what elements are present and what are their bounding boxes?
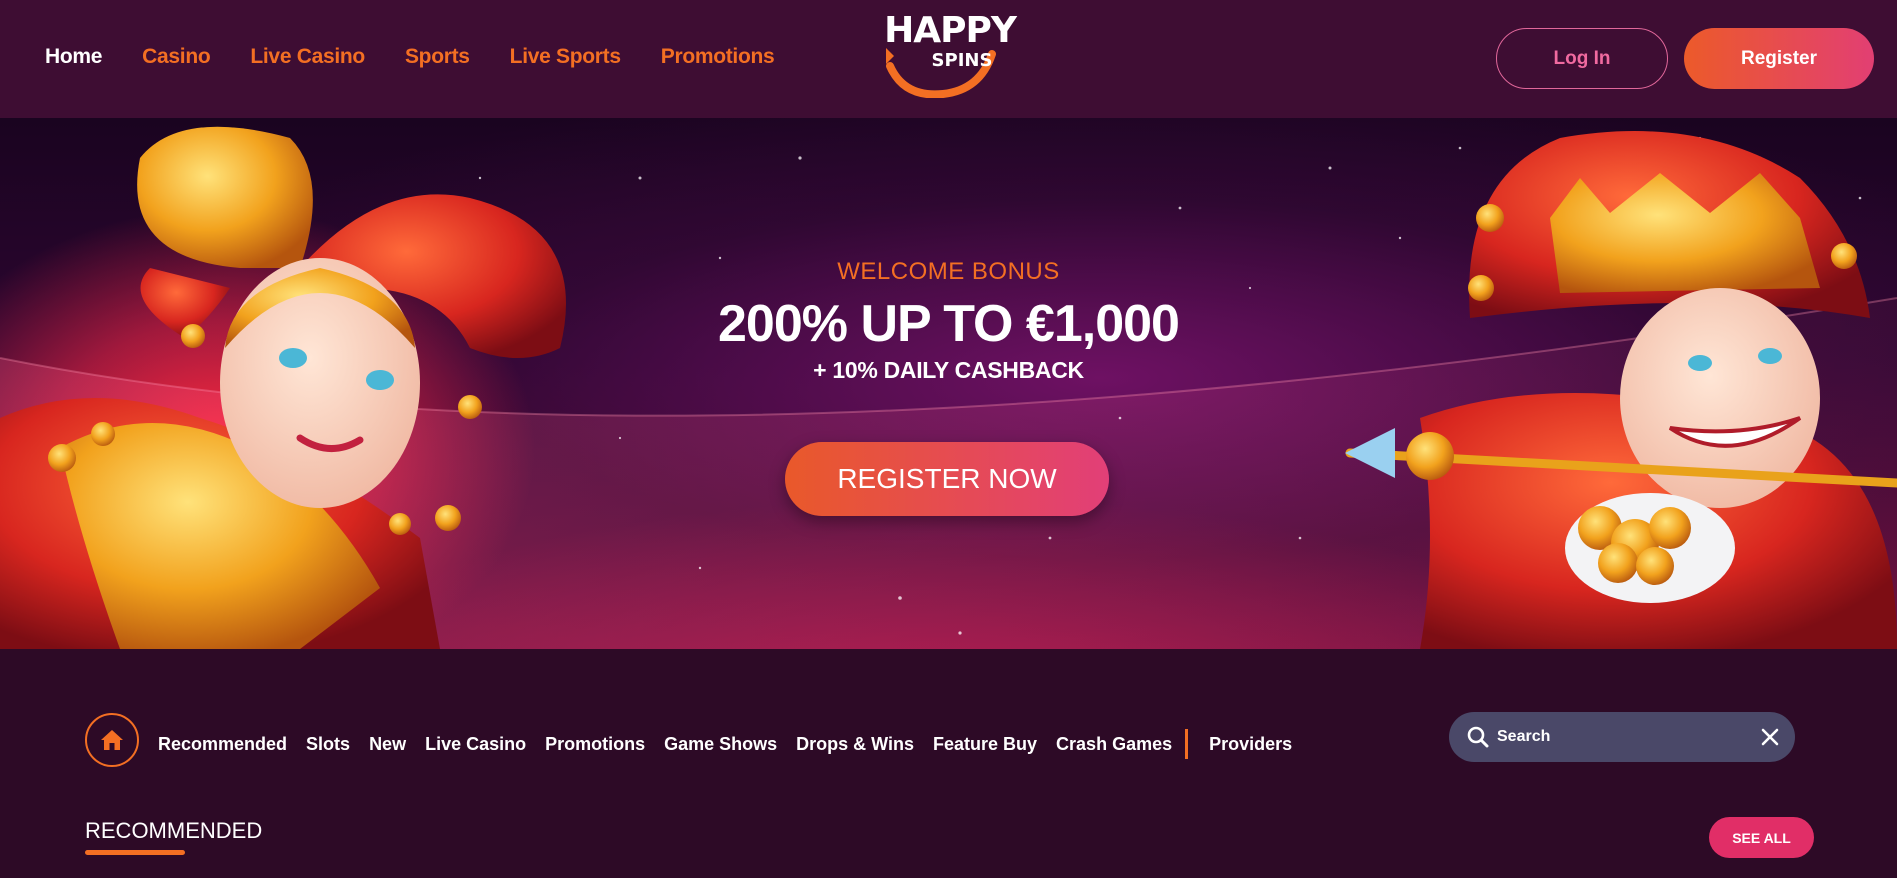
home-icon (101, 730, 123, 750)
nav-sports[interactable]: Sports (405, 45, 470, 69)
category-divider (1185, 729, 1189, 759)
search-icon (1467, 726, 1489, 748)
site-logo[interactable]: HAPPY SPINS (880, 8, 1020, 98)
register-button[interactable]: Register (1684, 28, 1874, 89)
tab-drops-wins[interactable]: Drops & Wins (796, 734, 914, 755)
logo-line-2: SPINS (931, 50, 993, 71)
tab-new[interactable]: New (369, 734, 406, 755)
tab-game-shows[interactable]: Game Shows (664, 734, 777, 755)
hero-eyebrow: WELCOME BONUS (837, 258, 1060, 285)
tab-feature-buy[interactable]: Feature Buy (933, 734, 1037, 755)
tab-providers[interactable]: Providers (1209, 734, 1292, 755)
tab-slots[interactable]: Slots (306, 734, 350, 755)
site-header: Home Casino Live Casino Sports Live Spor… (0, 0, 1897, 118)
tab-recommended[interactable]: Recommended (158, 734, 287, 755)
login-button[interactable]: Log In (1496, 28, 1668, 89)
tab-promotions[interactable]: Promotions (545, 734, 645, 755)
hero-subline: + 10% DAILY CASHBACK (813, 357, 1084, 383)
clear-search-button[interactable] (1761, 728, 1779, 746)
search-input[interactable]: Search (1497, 728, 1761, 746)
logo-line-1: HAPPY (884, 10, 1017, 51)
category-tabs: Recommended Slots New Live Casino Promot… (158, 729, 1311, 759)
register-now-button[interactable]: REGISTER NOW (785, 442, 1109, 516)
search-box[interactable]: Search (1449, 712, 1795, 762)
section-title: RECOMMENDED (85, 818, 263, 843)
main-nav: Home Casino Live Casino Sports Live Spor… (45, 45, 775, 69)
nav-promotions[interactable]: Promotions (661, 45, 775, 69)
tab-live-casino[interactable]: Live Casino (425, 734, 526, 755)
nav-live-casino[interactable]: Live Casino (250, 45, 365, 69)
nav-home[interactable]: Home (45, 45, 102, 69)
hero-banner: WELCOME BONUS 200% UP TO €1,000 + 10% DA… (0, 118, 1897, 649)
nav-casino[interactable]: Casino (142, 45, 211, 69)
tab-crash-games[interactable]: Crash Games (1056, 734, 1172, 755)
home-category-button[interactable] (85, 713, 139, 767)
close-icon (1761, 728, 1779, 746)
nav-live-sports[interactable]: Live Sports (510, 45, 621, 69)
section-title-underline (85, 850, 185, 855)
hero-headline: 200% UP TO €1,000 (718, 295, 1180, 353)
see-all-button[interactable]: SEE ALL (1709, 817, 1814, 858)
